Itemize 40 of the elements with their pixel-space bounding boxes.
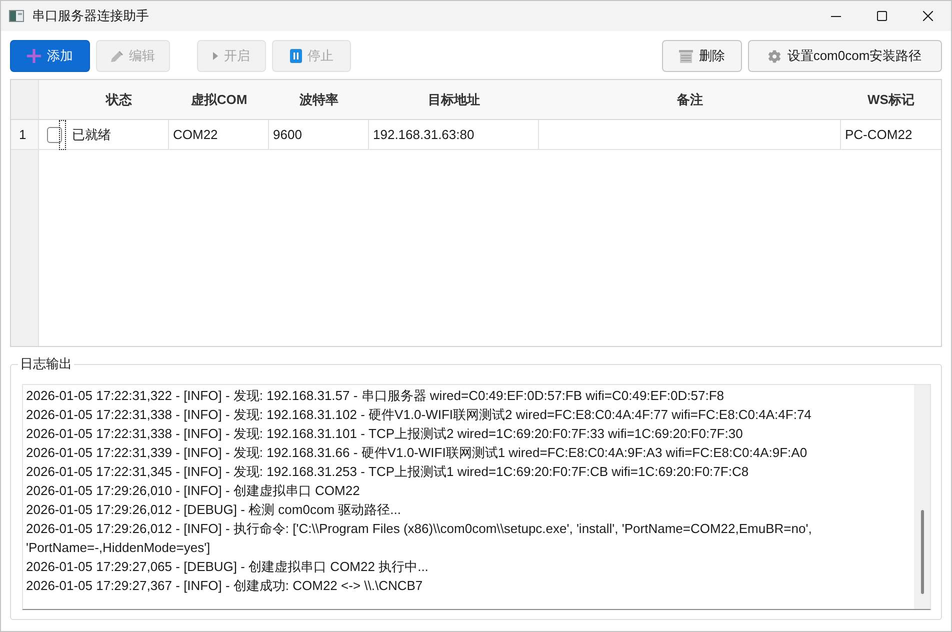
column-header[interactable]: 虚拟COM [169,80,269,119]
table-cell: 192.168.31.63:80 [369,120,539,149]
settings-button[interactable]: 设置com0com安装路径 [748,40,942,72]
pencil-icon [111,50,123,62]
log-line: 2026-01-05 17:29:26,012 - [DEBUG] - 检测 com0com 驱动路径... [26,501,402,519]
log-line: 2026-01-05 17:29:26,012 - [INFO] - 执行命令: ['C:\\Program Files (x86)\\com0com\\setupc.exe', 'install', 'PortName=COM22,EmuBR=no', 'PortName=-,HiddenMode=yes'] [26,520,813,557]
close-icon [923,11,933,21]
log-line: 2026-01-05 17:22:31,338 - [INFO] - 发现: 192.168.31.101 - TCP上报测试2 wired=1C:69:20:F0:7F:33 wifi=1C:69:20:F0:7F:30 [26,425,744,443]
log-line: 2026-01-05 17:29:27,367 - [INFO] - 创建成功: COM22 <-> \\.\CNCB7 [26,577,424,595]
log-line: 2026-01-05 17:22:31,345 - [INFO] - 发现: 192.168.31.253 - TCP上报测试1 wired=1C:69:20:F0:7F:CB wifi=1C:69:20:F0:7F:C8 [26,463,750,481]
trash-icon [679,50,693,62]
group-title: 日志输出 [19,355,73,373]
log-text-area[interactable] [22,384,931,610]
column-header[interactable]: 目标地址 [369,80,539,119]
status-text: 已就绪 [72,126,111,144]
gear-icon [768,50,782,62]
table-cell: COM22 [169,120,269,149]
scrollbar-thumb[interactable] [920,510,924,594]
log-line: 2026-01-05 17:22:31,322 - [INFO] - 发现: 192.168.31.57 - 串口服务器 wired=C0:49:EF:0D:57:FB wifi=C0:49:EF:0D:57:F8 [26,387,725,405]
play-icon [213,52,218,60]
checkbox[interactable] [47,126,62,142]
column-header[interactable]: 状态 [39,80,169,119]
log-line: 2026-01-05 17:29:27,065 - [DEBUG] - 创建虚拟串口 COM22 执行中... [26,558,430,576]
scrollbar-track[interactable] [914,385,930,609]
column-header[interactable]: 波特率 [269,80,369,119]
pause-icon [290,49,302,63]
maximize-icon [877,11,887,21]
log-line: 2026-01-05 17:22:31,338 - [INFO] - 发现: 192.168.31.102 - 硬件V1.0-WIFI联网测试2 wired=FC:E8:C0:4A:4F:77 wifi=FC:E8:C0:4A:4F:74 [26,406,812,424]
app-window-icon [9,10,24,22]
row-number: 1 [11,120,39,149]
window-title: 串口服务器连接助手 [32,7,149,25]
table-cell: 9600 [269,120,369,149]
plus-icon [27,49,41,63]
log-line: 2026-01-05 17:22:31,339 - [INFO] - 发现: 192.168.31.66 - 硬件V1.0-WIFI联网测试1 wired=FC:E8:C0:4A:9F:A3 wifi=FC:E8:C0:4A:9F:A0 [26,444,808,462]
delete-button[interactable]: 删除 [662,40,742,72]
log-line: 2026-01-05 17:29:26,010 - [INFO] - 创建虚拟串口 COM22 [26,482,361,500]
column-header[interactable]: WS标记 [841,80,941,119]
add-button[interactable]: 添加 [10,40,90,72]
column-header[interactable]: 备注 [539,80,841,119]
table-cell-text: PC-COM22 [844,126,914,144]
